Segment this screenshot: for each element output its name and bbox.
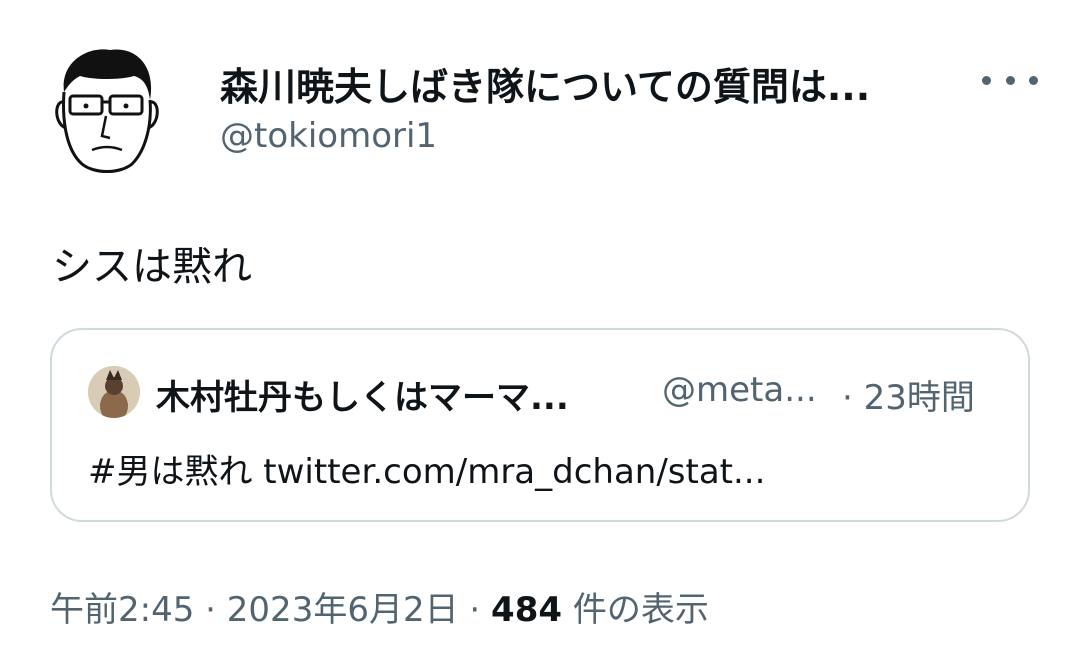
tweet-time[interactable]: 午前2:45 xyxy=(50,590,194,630)
quoted-tweet-time: · 23時間 xyxy=(842,378,975,418)
quoted-tweet-text: #男は黙れ twitter.com/mra_dchan/stat... xyxy=(88,452,766,492)
separator: · xyxy=(458,590,492,630)
more-options-icon[interactable] xyxy=(982,60,1038,100)
more-dot xyxy=(982,75,991,85)
tweet-date[interactable]: 2023年6月2日 xyxy=(227,590,459,630)
quoted-author-name: 木村牡丹もしくはマーマ... xyxy=(156,378,569,418)
separator: · xyxy=(194,590,227,630)
author-display-name[interactable]: 森川暁夫しばき隊についての質問は... xyxy=(220,56,940,111)
tweet-metadata: 午前2:45 · 2023年6月2日 · 484 件の表示 xyxy=(50,582,709,631)
author-avatar[interactable] xyxy=(50,40,162,180)
quoted-author-handle: @meta... xyxy=(662,370,817,410)
more-dot xyxy=(1029,75,1038,85)
view-count[interactable]: 484 xyxy=(491,590,562,630)
more-dot xyxy=(1005,75,1015,85)
quoted-tweet-card[interactable]: 木村牡丹もしくはマーマ... @meta... · 23時間 #男は黙れ twi… xyxy=(50,328,1030,522)
tweet-text: シスは黙れ xyxy=(52,244,252,290)
view-label: 件の表示 xyxy=(562,590,709,630)
author-handle[interactable]: @tokiomori1 xyxy=(220,116,437,156)
quoted-author-avatar xyxy=(88,366,140,418)
